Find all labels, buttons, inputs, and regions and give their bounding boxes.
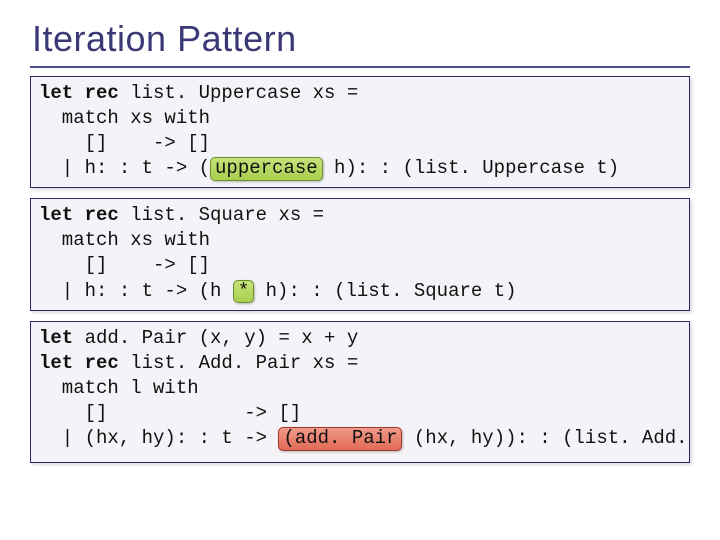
code-text: xs = xyxy=(267,204,324,226)
code-line: match xs with xyxy=(39,107,210,129)
code-box-addpair: let add. Pair (x, y) = x + y let rec lis… xyxy=(30,321,690,463)
code-text: xs = xyxy=(301,352,358,374)
code-text: h): : (list. Uppercase t) xyxy=(323,157,619,179)
code-fn-name: list. Uppercase xyxy=(130,82,301,104)
slide: Iteration Pattern let rec list. Uppercas… xyxy=(0,0,720,540)
code-text: (x, y) = x + y xyxy=(187,327,358,349)
code-text: | h: : t -> (h xyxy=(39,280,233,302)
title-rule xyxy=(30,66,690,68)
code-keyword: let xyxy=(39,327,85,349)
code-fn-name: list. Square xyxy=(130,204,267,226)
slide-title: Iteration Pattern xyxy=(32,18,690,60)
code-line: match l with xyxy=(39,377,199,399)
code-fn-name: list. Add. Pair xyxy=(130,352,301,374)
code-line: match xs with xyxy=(39,229,210,251)
code-text: | h: : t -> ( xyxy=(39,157,210,179)
code-keyword: let rec xyxy=(39,204,130,226)
code-line: [] -> [] xyxy=(39,132,210,154)
code-line: [] -> [] xyxy=(39,254,210,276)
code-text: (hx, hy)): : (list. Add. Pair t) xyxy=(402,427,690,449)
code-text: xs = xyxy=(301,82,358,104)
code-text: | (hx, hy): : t -> xyxy=(39,427,278,449)
highlight-mul: * xyxy=(233,280,254,304)
code-box-uppercase: let rec list. Uppercase xs = match xs wi… xyxy=(30,76,690,188)
code-keyword: let rec xyxy=(39,82,130,104)
code-keyword: let rec xyxy=(39,352,130,374)
code-fn-name: add. Pair xyxy=(85,327,188,349)
code-line: [] -> [] xyxy=(39,402,301,424)
code-text: h): : (list. Square t) xyxy=(254,280,516,302)
highlight-addpair: (add. Pair xyxy=(278,427,402,451)
highlight-uppercase: uppercase xyxy=(210,157,323,181)
code-box-square: let rec list. Square xs = match xs with … xyxy=(30,198,690,310)
